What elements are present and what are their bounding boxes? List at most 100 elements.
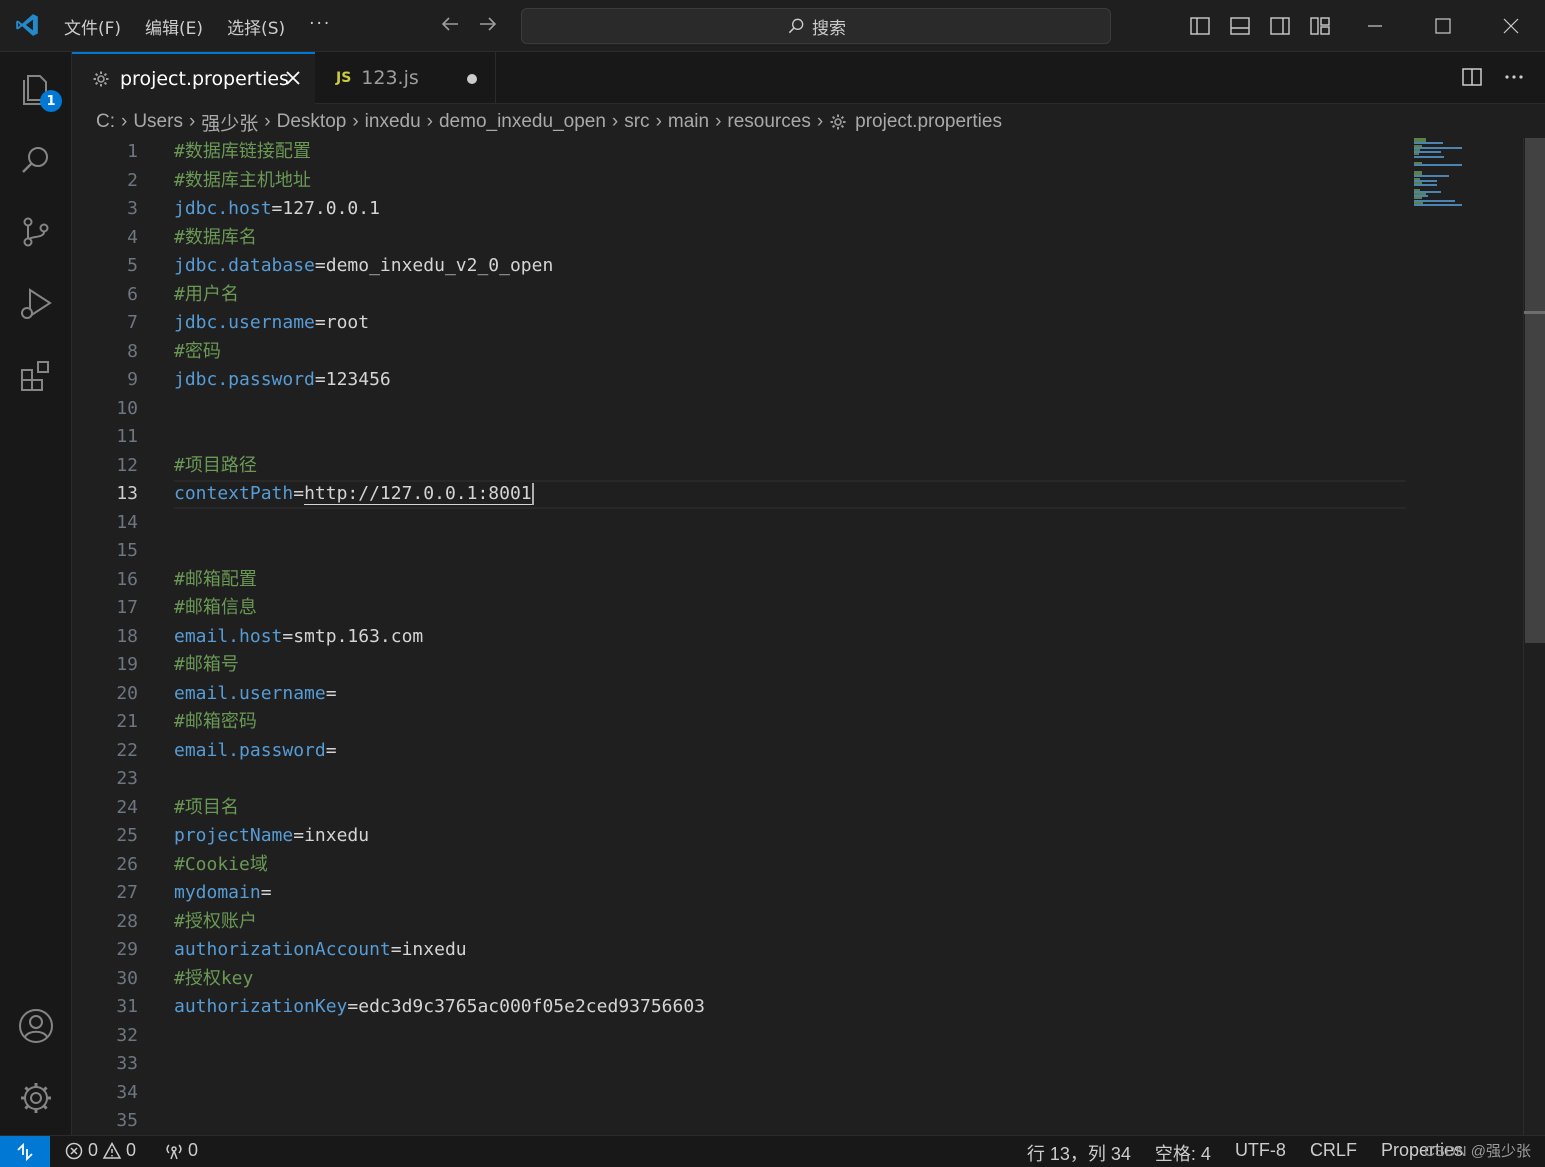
accounts-button[interactable] (14, 1004, 58, 1048)
breadcrumb-item[interactable]: inxedu (365, 111, 421, 133)
breadcrumb-item[interactable]: demo_inxedu_open (439, 111, 606, 133)
line-number: 12 (116, 454, 138, 476)
breadcrumb-item[interactable]: C: (96, 111, 115, 133)
close-icon (1503, 18, 1519, 34)
explorer-button[interactable]: 1 (14, 66, 62, 112)
code-line[interactable]: #邮箱号 (174, 651, 1406, 680)
code-line[interactable]: #项目路径 (174, 452, 1406, 481)
breadcrumb-item-file[interactable]: project.properties (855, 111, 1002, 133)
code-line[interactable] (174, 765, 1406, 794)
code-line[interactable] (174, 1022, 1406, 1051)
code-line[interactable]: #数据库主机地址 (174, 167, 1406, 196)
code-line[interactable]: #邮箱配置 (174, 566, 1406, 595)
code-line[interactable]: jdbc.password=123456 (174, 366, 1406, 395)
code-line[interactable]: jdbc.username=root (174, 309, 1406, 338)
code-line[interactable]: #邮箱信息 (174, 594, 1406, 623)
code-line[interactable]: #数据库名 (174, 224, 1406, 253)
toggle-secondary-sidebar-icon[interactable] (1268, 14, 1292, 38)
back-arrow-icon[interactable] (438, 12, 462, 36)
code-line[interactable]: #Cookie域 (174, 851, 1406, 880)
code-line[interactable] (174, 1107, 1406, 1136)
extensions-button[interactable] (14, 354, 58, 398)
breadcrumb-item[interactable]: main (668, 111, 709, 133)
toggle-panel-icon[interactable] (1228, 14, 1252, 38)
toggle-primary-sidebar-icon[interactable] (1188, 14, 1212, 38)
code-line[interactable] (174, 395, 1406, 424)
code-line[interactable]: authorizationAccount=inxedu (174, 936, 1406, 965)
comment-text: #项目路径 (174, 454, 257, 476)
vertical-scrollbar[interactable] (1523, 138, 1545, 1135)
split-editor-icon[interactable] (1461, 66, 1483, 88)
code-line[interactable]: jdbc.database=demo_inxedu_v2_0_open (174, 252, 1406, 281)
code-line[interactable]: #数据库链接配置 (174, 138, 1406, 167)
breadcrumb-item[interactable]: Desktop (277, 111, 347, 133)
comment-text: #数据库链接配置 (174, 141, 311, 162)
more-actions-icon[interactable] (1503, 66, 1525, 88)
code-line[interactable]: #项目名 (174, 794, 1406, 823)
command-center-search[interactable]: 搜索 (521, 8, 1111, 44)
code-line[interactable] (174, 423, 1406, 452)
code-line[interactable] (174, 537, 1406, 566)
remote-indicator[interactable] (0, 1136, 50, 1167)
code-line[interactable]: contextPath=http://127.0.0.1:8001 (174, 480, 1406, 509)
encoding[interactable]: UTF-8 (1235, 1140, 1286, 1166)
problems-indicator[interactable]: 0 0 (64, 1140, 136, 1161)
code-lines[interactable]: #数据库链接配置 #数据库主机地址 jdbc.host=127.0.0.1 #数据库名… (174, 138, 1406, 1136)
property-value: inxedu (304, 825, 370, 846)
minimap-line (1414, 146, 1462, 149)
code-line[interactable]: email.password= (174, 737, 1406, 766)
menu-more[interactable]: ··· (309, 14, 331, 39)
customize-layout-icon[interactable] (1308, 14, 1332, 38)
code-line[interactable]: mydomain= (174, 879, 1406, 908)
code-line[interactable]: authorizationKey=edc3d9c3765ac000f05e2ce… (174, 993, 1406, 1022)
line-ending[interactable]: CRLF (1310, 1140, 1357, 1166)
menu-edit[interactable]: 编辑(E) (145, 14, 203, 39)
minimize-button[interactable] (1341, 0, 1409, 52)
code-line[interactable]: email.host=smtp.163.com (174, 623, 1406, 652)
title-bar: 文件(F) 编辑(E) 选择(S) ··· 搜索 (0, 0, 1545, 52)
manage-button[interactable] (14, 1076, 58, 1120)
minimap[interactable] (1412, 138, 1512, 218)
line-number: 23 (116, 768, 138, 789)
tab-123-js[interactable]: JS 123.js (316, 52, 496, 104)
cursor-position[interactable]: 行 13，列 34 (1027, 1140, 1131, 1166)
tab-project-properties[interactable]: project.properties (72, 52, 315, 104)
menu-file[interactable]: 文件(F) (64, 14, 121, 39)
unsaved-dot-icon[interactable] (467, 74, 477, 84)
ports-indicator[interactable]: 0 (164, 1140, 198, 1161)
code-line[interactable]: #授权key (174, 965, 1406, 994)
source-control-button[interactable] (14, 210, 58, 254)
code-line[interactable]: projectName=inxedu (174, 822, 1406, 851)
code-editor[interactable]: 1 2 3 4 5 6 7 8 9 10 11 12 13 14 15 16 17 18 19 20 21 22 23 24 2… (72, 138, 1545, 1135)
property-key: jdbc.password (174, 369, 315, 390)
code-line[interactable] (174, 1079, 1406, 1108)
source-control-icon (23, 217, 49, 247)
code-line[interactable] (174, 1050, 1406, 1079)
indentation[interactable]: 空格: 4 (1155, 1140, 1211, 1166)
breadcrumb-item[interactable]: resources (727, 111, 810, 133)
code-line[interactable]: #邮箱密码 (174, 708, 1406, 737)
maximize-button[interactable] (1409, 0, 1477, 52)
scrollbar-thumb[interactable] (1525, 138, 1545, 643)
code-line[interactable]: email.username= (174, 680, 1406, 709)
editor-actions (1461, 66, 1525, 88)
close-tab-icon[interactable] (283, 68, 303, 88)
menu-selection[interactable]: 选择(S) (227, 14, 285, 39)
breadcrumb-item[interactable]: src (624, 111, 649, 133)
run-debug-button[interactable] (14, 282, 58, 326)
window-controls (1341, 0, 1545, 52)
code-line[interactable]: #授权账户 (174, 908, 1406, 937)
code-line[interactable]: #密码 (174, 338, 1406, 367)
breadcrumb-item[interactable]: 强少张 (201, 109, 258, 136)
code-line[interactable] (174, 509, 1406, 538)
minimap-line (1414, 155, 1444, 158)
code-line[interactable]: #用户名 (174, 281, 1406, 310)
forward-arrow-icon[interactable] (476, 12, 500, 36)
breadcrumb-item[interactable]: Users (133, 111, 183, 133)
line-number: 14 (116, 511, 138, 533)
javascript-file-icon: JS (336, 70, 352, 86)
search-view-button[interactable] (14, 138, 58, 182)
close-window-button[interactable] (1477, 0, 1545, 52)
line-number: 33 (116, 1053, 138, 1074)
code-line[interactable]: jdbc.host=127.0.0.1 (174, 195, 1406, 224)
